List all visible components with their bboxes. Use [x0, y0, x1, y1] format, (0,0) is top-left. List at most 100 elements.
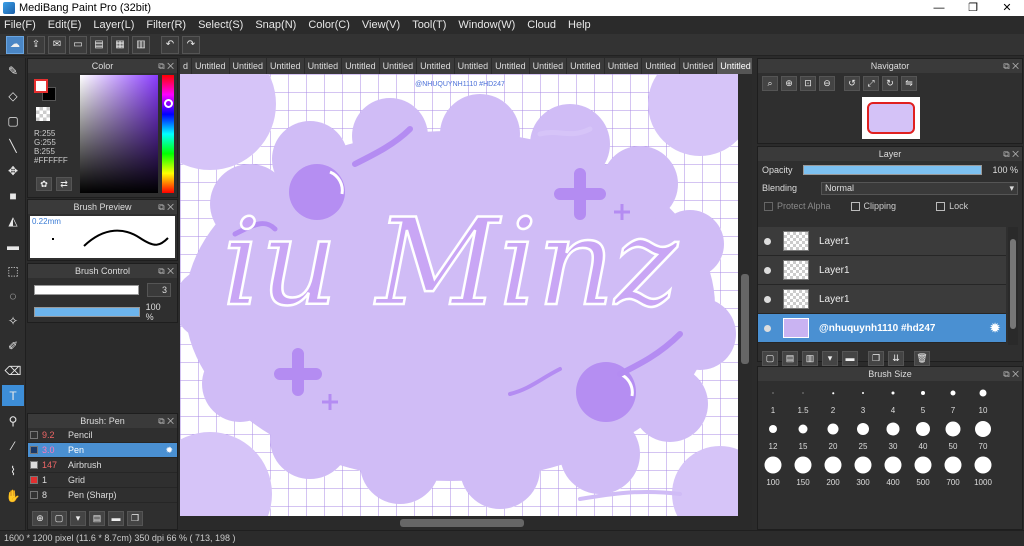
saturation-value-picker[interactable]	[80, 75, 158, 193]
tab-untitled[interactable]: Untitled	[267, 58, 305, 74]
navigator-thumbnail[interactable]	[862, 97, 920, 139]
blending-select[interactable]: Normal ▾	[821, 181, 1018, 195]
menu-window[interactable]: Window(W)	[458, 19, 515, 31]
operation-tool-icon[interactable]: ⚲	[2, 410, 24, 431]
brush-size-option[interactable]: 3	[848, 383, 878, 415]
menu-cloud[interactable]: Cloud	[527, 19, 556, 31]
menu-color[interactable]: Color(C)	[308, 19, 350, 31]
select-tool-icon[interactable]: ⬚	[2, 260, 24, 281]
visibility-eye-icon[interactable]	[764, 324, 771, 332]
brush-size-option[interactable]: 700	[938, 455, 968, 487]
brush-size-option[interactable]: 30	[878, 419, 908, 451]
brush-size-option[interactable]: 150	[788, 455, 818, 487]
layer-menu-icon[interactable]: ▾	[822, 350, 838, 366]
brush-size-option[interactable]: 15	[788, 419, 818, 451]
flip-icon[interactable]: ⇋	[901, 76, 917, 91]
document-icon[interactable]: ▤	[90, 35, 108, 54]
dropper-tool-icon[interactable]: ⁄	[2, 435, 24, 456]
tab-untitled[interactable]: Untitled	[342, 58, 380, 74]
canvas-horizontal-scrollbar[interactable]	[180, 516, 752, 530]
eyedropper-icon[interactable]: ⌇	[2, 460, 24, 481]
shape-tool-icon[interactable]: ■	[2, 185, 24, 206]
tab-untitled[interactable]: Untitled	[380, 58, 418, 74]
brush-size-option[interactable]: 7	[938, 383, 968, 415]
brush-item-airbrush[interactable]: 147 Airbrush	[28, 458, 177, 473]
move-tool-icon[interactable]: ✥	[2, 160, 24, 181]
menu-view[interactable]: View(V)	[362, 19, 400, 31]
lasso-tool-icon[interactable]: ◌	[2, 285, 24, 306]
gear-icon[interactable]: ✹	[990, 321, 1000, 335]
add-brush-icon[interactable]: ⊕	[32, 510, 48, 526]
redo-icon[interactable]: ↷	[182, 35, 200, 54]
vertical-scroll-thumb[interactable]	[741, 274, 749, 364]
hue-knob[interactable]	[164, 99, 173, 108]
pen-tool-icon[interactable]: ╲	[2, 135, 24, 156]
brush-opacity-slider[interactable]	[34, 307, 140, 317]
brush-item-pen[interactable]: 3.0 Pen ✹	[28, 443, 177, 458]
foreground-color-swatch[interactable]	[34, 79, 48, 93]
fit-view-icon[interactable]: ⤢	[863, 76, 879, 91]
gradient-tool-icon[interactable]: ▬	[2, 235, 24, 256]
bucket-tool-icon[interactable]: ◭	[2, 210, 24, 231]
zoom-actual-icon[interactable]: ⊡	[800, 76, 816, 91]
rotate-left-icon[interactable]: ↺	[844, 76, 860, 91]
menu-snap[interactable]: Snap(N)	[255, 19, 296, 31]
brush-size-slider[interactable]	[34, 285, 140, 295]
panel-close-icon[interactable]: ⧉ ✕	[158, 264, 174, 278]
panel-close-icon[interactable]: ⧉ ✕	[1003, 59, 1019, 73]
undo-icon[interactable]: ↶	[161, 35, 179, 54]
menu-layer[interactable]: Layer(L)	[93, 19, 134, 31]
new-brush-icon[interactable]: ▢	[51, 510, 67, 526]
share-icon[interactable]: ⇪	[27, 35, 45, 54]
select-pen-icon[interactable]: ✐	[2, 335, 24, 356]
rectangle-tool-icon[interactable]: ▢	[2, 110, 24, 131]
brush-item-grid[interactable]: 1 Grid	[28, 473, 177, 488]
close-button[interactable]: ✕	[990, 0, 1024, 16]
zoom-in-icon[interactable]: ⊕	[781, 76, 797, 91]
menu-help[interactable]: Help	[568, 19, 591, 31]
palette-icon[interactable]: ✿	[36, 177, 52, 191]
tab-untitled[interactable]: Untitled	[530, 58, 568, 74]
drawing-canvas[interactable]: iu Minz @NHUQUYNH1110 #HD247	[180, 74, 738, 516]
menu-filter[interactable]: Filter(R)	[146, 19, 186, 31]
zoom-out-icon[interactable]: ⊖	[819, 76, 835, 91]
tab-untitled[interactable]: Untitled	[492, 58, 530, 74]
panel-close-icon[interactable]: ⧉ ✕	[158, 414, 174, 428]
layer-opacity-slider[interactable]	[802, 165, 982, 175]
lock-checkbox[interactable]	[936, 201, 946, 211]
select-eraser-icon[interactable]: ⌫	[2, 360, 24, 381]
duplicate-layer-icon[interactable]: ❐	[868, 350, 884, 366]
panel-icon[interactable]: ▦	[111, 35, 129, 54]
brush-size-option[interactable]: 100	[758, 455, 788, 487]
new-layer-icon[interactable]: ▢	[762, 350, 778, 366]
cloud-icon[interactable]: ☁	[6, 35, 24, 54]
layer-scroll-thumb[interactable]	[1010, 239, 1016, 329]
menu-file[interactable]: File(F)	[4, 19, 36, 31]
menu-tool[interactable]: Tool(T)	[412, 19, 446, 31]
horizontal-scroll-thumb[interactable]	[400, 519, 524, 527]
maximize-button[interactable]: ❐	[956, 0, 990, 16]
brush-size-option[interactable]: 25	[848, 419, 878, 451]
merge-layer-icon[interactable]: ⇊	[888, 350, 904, 366]
new-8bit-layer-icon[interactable]: ▥	[802, 350, 818, 366]
brush-size-option[interactable]: 500	[908, 455, 938, 487]
tab-partial[interactable]: d	[180, 58, 193, 74]
hand-tool-icon[interactable]: ✋	[2, 485, 24, 506]
folder-icon[interactable]: ▬	[842, 350, 858, 366]
gear-icon[interactable]: ✹	[165, 445, 173, 456]
layer-row[interactable]: Layer1	[758, 256, 1006, 285]
text-tool-icon[interactable]: T	[2, 385, 24, 406]
brush-size-option[interactable]: 300	[848, 455, 878, 487]
brush-size-option[interactable]: 2	[818, 383, 848, 415]
minimize-button[interactable]: —	[922, 0, 956, 16]
brush-item-pencil[interactable]: 9.2 Pencil	[28, 428, 177, 443]
tab-untitled[interactable]: Untitled	[305, 58, 343, 74]
brush-size-option[interactable]: 40	[908, 419, 938, 451]
brush-size-option[interactable]: 1.5	[788, 383, 818, 415]
canvas-vertical-scrollbar[interactable]	[738, 74, 752, 516]
tab-untitled[interactable]: Untitled	[642, 58, 680, 74]
navigator-viewport[interactable]	[867, 102, 915, 134]
new-halftone-layer-icon[interactable]: ▤	[782, 350, 798, 366]
panel-close-icon[interactable]: ⧉ ✕	[1003, 367, 1019, 381]
visibility-eye-icon[interactable]	[764, 237, 771, 245]
